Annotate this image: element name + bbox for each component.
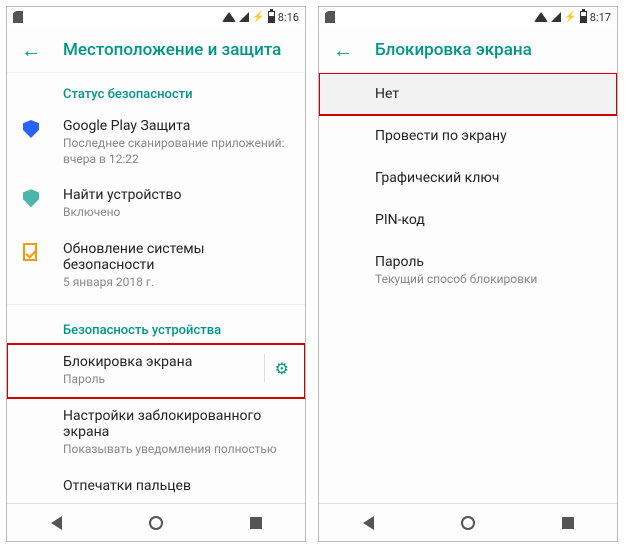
- option-label: Пароль: [375, 254, 601, 270]
- row-title: Найти устройство: [63, 187, 289, 203]
- row-title: Google Play Защита: [63, 118, 289, 134]
- app-bar: ← Блокировка экрана: [319, 27, 617, 73]
- wifi-icon: [222, 12, 236, 22]
- section-header-device-security: Безопасность устройства: [7, 309, 305, 344]
- row-title: Отпечатки пальцев: [63, 478, 289, 494]
- page-title: Блокировка экрана: [375, 40, 532, 60]
- back-icon[interactable]: ←: [21, 40, 41, 60]
- phone-left: ⚡ 8:16 ← Местоположение и защита Статус …: [6, 6, 306, 542]
- option-label: PIN-код: [375, 212, 601, 228]
- clock: 8:17: [590, 11, 611, 24]
- option-label: Графический ключ: [375, 170, 601, 186]
- clock: 8:16: [278, 11, 299, 24]
- nav-back-icon[interactable]: [363, 516, 374, 530]
- row-title: Настройки заблокированного экрана: [63, 408, 289, 440]
- status-bar: ⚡ 8:17: [319, 7, 617, 27]
- separator: [264, 354, 265, 382]
- option-label: Провести по экрану: [375, 128, 601, 144]
- option-none[interactable]: Нет: [319, 73, 617, 115]
- signal-icon: [551, 12, 561, 22]
- nav-back-icon[interactable]: [51, 516, 62, 530]
- battery-charging-icon: ⚡: [564, 12, 576, 23]
- row-security-update[interactable]: Обновление системы безопасности 5 января…: [7, 231, 305, 301]
- phone-right: ⚡ 8:17 ← Блокировка экрана Нет Провести …: [318, 6, 618, 542]
- app-bar: ← Местоположение и защита: [7, 27, 305, 73]
- shield-icon: [23, 120, 39, 138]
- nav-recents-icon[interactable]: [562, 517, 574, 529]
- row-subtitle: Показывать уведомления полностью: [63, 442, 289, 458]
- nav-home-icon[interactable]: [461, 516, 475, 530]
- back-icon[interactable]: ←: [333, 40, 353, 60]
- nav-bar: [319, 503, 617, 541]
- battery-icon: [268, 11, 275, 23]
- sim-icon: [325, 11, 335, 23]
- wifi-icon: [534, 12, 548, 22]
- row-title: Блокировка экрана: [63, 354, 256, 370]
- page-title: Местоположение и защита: [63, 40, 281, 60]
- row-screen-lock[interactable]: Блокировка экрана Пароль ⚙: [7, 344, 305, 398]
- row-find-device[interactable]: Найти устройство Включено: [7, 177, 305, 231]
- sim-icon: [13, 11, 23, 23]
- row-subtitle: Включено: [63, 205, 289, 221]
- option-subtitle: Текущий способ блокировки: [375, 272, 601, 286]
- row-fingerprint[interactable]: Отпечатки пальцев: [7, 468, 305, 503]
- gear-icon[interactable]: ⚙: [275, 359, 289, 378]
- content: Нет Провести по экрану Графический ключ …: [319, 73, 617, 503]
- battery-icon: [580, 11, 587, 23]
- update-icon: [23, 243, 37, 261]
- row-subtitle: Пароль: [63, 372, 256, 388]
- option-pin[interactable]: PIN-код: [319, 199, 617, 241]
- signal-icon: [239, 12, 249, 22]
- option-swipe[interactable]: Провести по экрану: [319, 115, 617, 157]
- row-subtitle: 5 января 2018 г.: [63, 275, 289, 291]
- nav-recents-icon[interactable]: [250, 517, 262, 529]
- row-lock-screen-prefs[interactable]: Настройки заблокированного экрана Показы…: [7, 398, 305, 468]
- row-play-protect[interactable]: Google Play Защита Последнее сканировани…: [7, 108, 305, 177]
- option-label: Нет: [375, 86, 601, 102]
- nav-home-icon[interactable]: [149, 516, 163, 530]
- nav-bar: [7, 503, 305, 541]
- status-bar: ⚡ 8:16: [7, 7, 305, 27]
- content: Статус безопасности Google Play Защита П…: [7, 73, 305, 503]
- battery-charging-icon: ⚡: [252, 12, 264, 23]
- row-subtitle: Последнее сканирование приложений: вчера…: [63, 136, 289, 167]
- section-header-security-status: Статус безопасности: [7, 73, 305, 108]
- shield-icon: [23, 189, 39, 207]
- option-password[interactable]: Пароль Текущий способ блокировки: [319, 241, 617, 299]
- divider: [7, 304, 305, 305]
- row-title: Обновление системы безопасности: [63, 241, 289, 273]
- option-pattern[interactable]: Графический ключ: [319, 157, 617, 199]
